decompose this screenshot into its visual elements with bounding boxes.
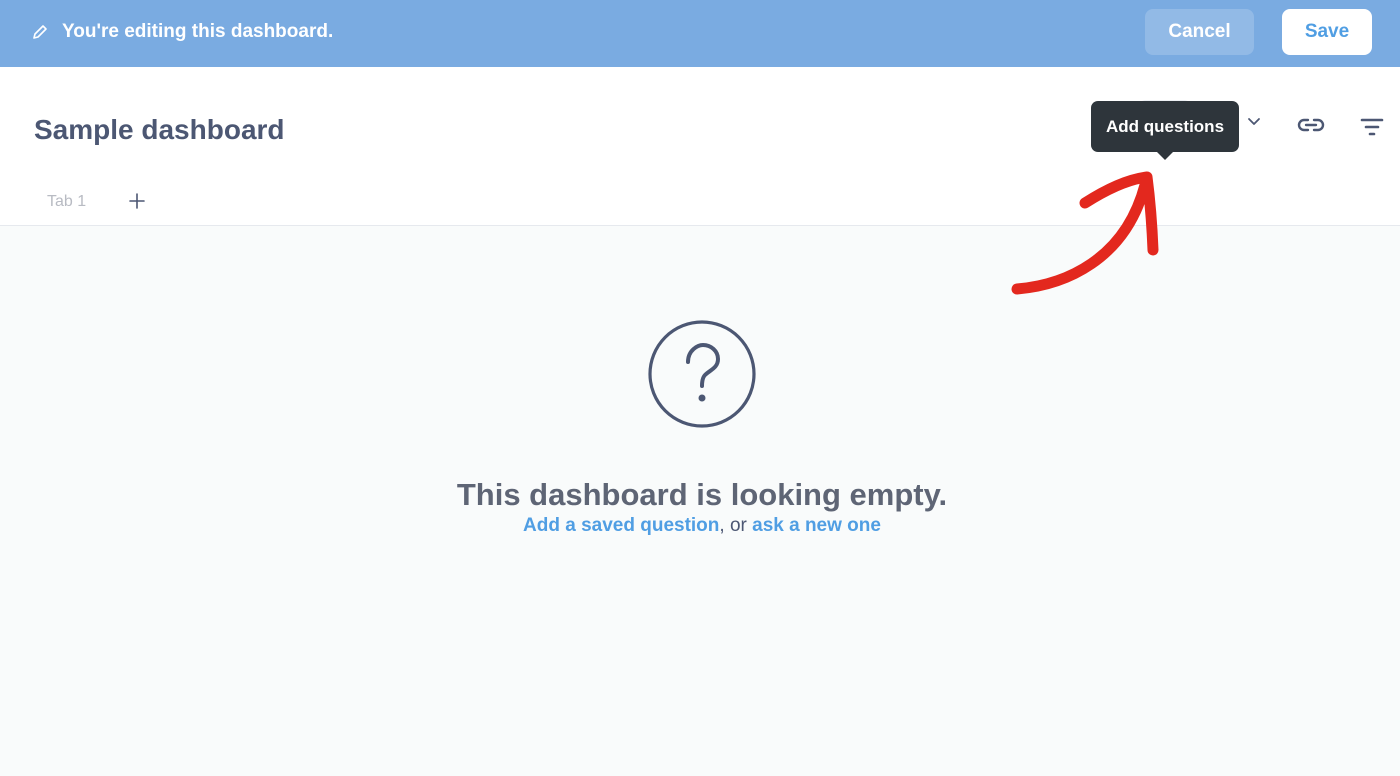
add-saved-question-link[interactable]: Add a saved question: [523, 515, 719, 536]
dashboard-header: Sample dashboard Add questions Tab 1: [0, 67, 1400, 226]
tab-1[interactable]: Tab 1: [47, 193, 86, 211]
empty-state-subtitle: Add a saved question, or ask a new one: [0, 515, 1400, 537]
cancel-button[interactable]: Cancel: [1145, 9, 1254, 55]
pencil-icon: [33, 25, 47, 39]
save-button[interactable]: Save: [1282, 9, 1372, 55]
add-questions-tooltip: Add questions: [1091, 101, 1239, 160]
link-icon: [1297, 118, 1325, 132]
annotation-arrow-icon: [1011, 171, 1159, 295]
ask-new-question-link[interactable]: ask a new one: [752, 515, 881, 536]
dashboard-title[interactable]: Sample dashboard: [34, 114, 285, 146]
edit-mode-message: You're editing this dashboard.: [62, 21, 334, 42]
question-circle-icon: [648, 320, 756, 428]
edit-mode-bar: You're editing this dashboard. Cancel Sa…: [0, 0, 1400, 67]
empty-state-separator: , or: [719, 515, 753, 536]
add-link-button[interactable]: [1296, 112, 1326, 138]
add-tab-icon[interactable]: [128, 192, 146, 210]
empty-state-title: This dashboard is looking empty.: [456, 477, 948, 512]
add-filter-button[interactable]: [1358, 115, 1386, 139]
filter-icon: [1360, 118, 1384, 136]
